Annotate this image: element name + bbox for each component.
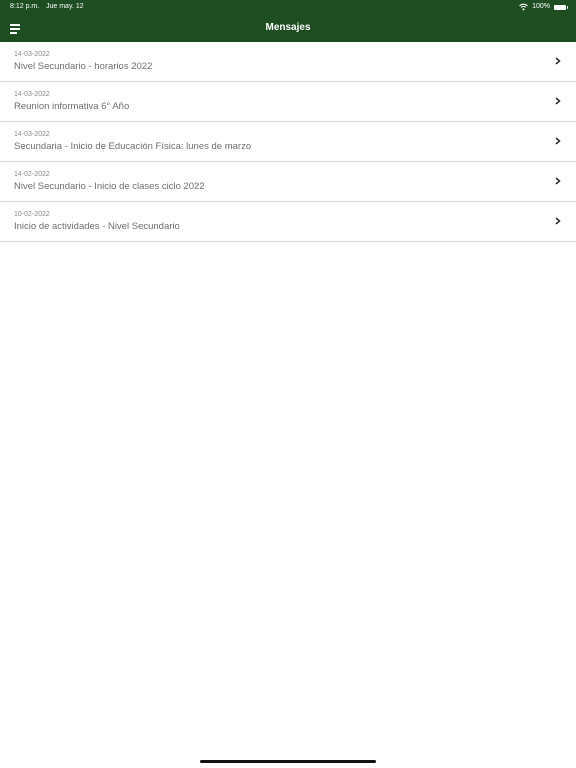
hamburger-menu-icon-line-2 (10, 28, 20, 30)
hamburger-menu-icon-line-3 (10, 32, 17, 34)
message-date: 10-02-2022 (14, 211, 50, 218)
chevron-right-icon (555, 217, 561, 225)
status-bar: 8:12 p.m. Jue may. 12 100% (0, 0, 576, 14)
messages-list: 14-03-2022 Nivel Secundario - horarios 2… (0, 42, 576, 242)
chevron-right-icon (555, 137, 561, 145)
menu-button[interactable] (8, 20, 26, 38)
message-date: 14-03-2022 (14, 51, 50, 58)
battery-icon (554, 4, 568, 10)
wifi-icon (519, 3, 528, 11)
message-row[interactable]: 14-03-2022 Secundaria - Inicio de Educac… (0, 122, 576, 162)
navigation-bar: Mensajes (0, 14, 576, 42)
home-indicator[interactable] (200, 760, 376, 763)
message-date: 14-03-2022 (14, 91, 50, 98)
message-subject: Secundaria - Inicio de Educación Física:… (14, 141, 252, 152)
message-subject: Nivel Secundario - Inicio de clases cicl… (14, 181, 205, 192)
message-subject: Nivel Secundario - horarios 2022 (14, 61, 153, 72)
message-row[interactable]: 10-02-2022 Inicio de actividades - Nivel… (0, 202, 576, 242)
message-row[interactable]: 14-03-2022 Reunion informativa 6° Año (0, 82, 576, 122)
message-row[interactable]: 14-02-2022 Nivel Secundario - Inicio de … (0, 162, 576, 202)
message-date: 14-02-2022 (14, 171, 50, 178)
status-time: 8:12 p.m. (10, 3, 40, 10)
message-date: 14-03-2022 (14, 131, 50, 138)
app-header: 8:12 p.m. Jue may. 12 100% Mensajes (0, 0, 576, 42)
message-subject: Inicio de actividades - Nivel Secundario (14, 221, 180, 232)
status-right: 100% (519, 0, 568, 14)
status-date: Jue may. 12 (46, 3, 84, 10)
message-subject: Reunion informativa 6° Año (14, 101, 130, 112)
chevron-right-icon (555, 97, 561, 105)
battery-percentage: 100% (532, 3, 550, 10)
chevron-right-icon (555, 57, 561, 65)
chevron-right-icon (555, 177, 561, 185)
message-row[interactable]: 14-03-2022 Nivel Secundario - horarios 2… (0, 42, 576, 82)
page-title: Mensajes (265, 22, 311, 33)
hamburger-menu-icon (10, 24, 20, 26)
